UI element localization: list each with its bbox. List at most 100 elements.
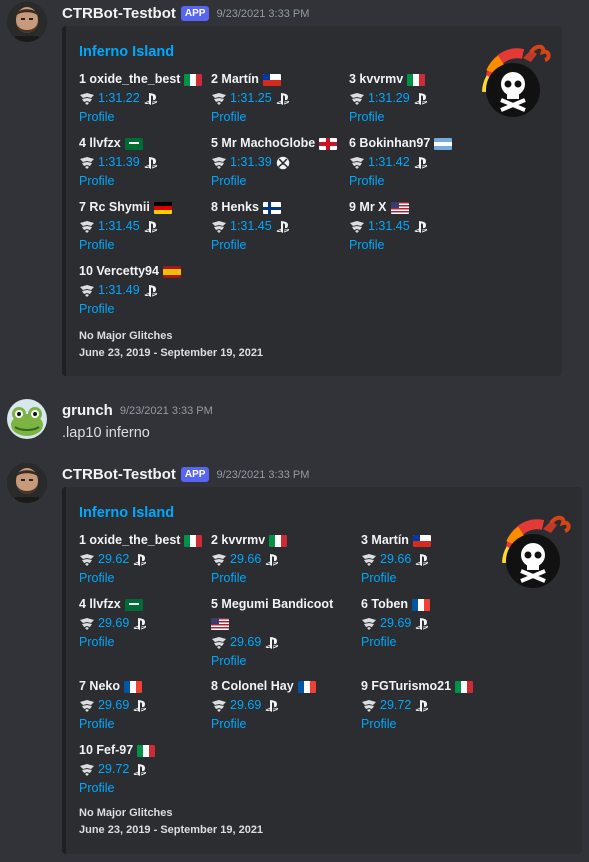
flag-icon xyxy=(412,534,431,547)
player-name: 3 kvvrmv xyxy=(349,72,404,86)
timestamp[interactable]: 9/23/2021 3:33 PM xyxy=(216,469,309,481)
lap-time: 29.66 xyxy=(230,552,262,566)
profile-link[interactable]: Profile xyxy=(79,715,147,734)
app-badge: APP xyxy=(180,6,210,21)
lap-time: 29.62 xyxy=(98,552,130,566)
leaderboard-entry: 6 Bokinhan97 1:31.42 Profile xyxy=(349,134,453,191)
profile-link[interactable]: Profile xyxy=(349,236,428,255)
profile-link[interactable]: Profile xyxy=(211,652,333,671)
username[interactable]: CTRBot-Testbot xyxy=(62,5,176,22)
playstation-icon xyxy=(415,553,429,567)
player-name: 6 Toben xyxy=(361,597,408,611)
entry-name-line: 9 FGTurismo21 xyxy=(361,677,474,696)
profile-link[interactable]: Profile xyxy=(361,569,431,588)
profile-link[interactable]: Profile xyxy=(211,236,290,255)
entry-time-line: 29.69 xyxy=(211,696,316,715)
lap-time: 1:31.49 xyxy=(98,283,140,297)
flag-icon xyxy=(407,73,426,86)
profile-link[interactable]: Profile xyxy=(79,300,181,319)
flag-icon xyxy=(184,73,203,86)
flag-icon xyxy=(124,137,143,150)
username[interactable]: CTRBot-Testbot xyxy=(62,466,176,483)
user-avatar[interactable] xyxy=(7,399,47,439)
entry-name-line: 4 llvfzx xyxy=(79,134,158,153)
profile-link[interactable]: Profile xyxy=(361,715,473,734)
entry-time-line: 1:31.39 xyxy=(79,153,158,172)
entry-name-line: 9 Mr X xyxy=(349,198,428,217)
playstation-icon xyxy=(414,156,428,170)
entry-time-line: 1:31.39 xyxy=(211,153,337,172)
entry-time-line: 1:31.42 xyxy=(349,153,452,172)
leaderboard-entry: 6 Toben 29.69 Profile xyxy=(361,595,430,652)
lap-time: 29.72 xyxy=(98,762,130,776)
profile-link[interactable]: Profile xyxy=(79,633,147,652)
profile-link[interactable]: Profile xyxy=(79,108,202,127)
leaderboard-entry: 4 llvfzx 1:31.39 Profile xyxy=(79,134,158,191)
flag-icon xyxy=(262,73,281,86)
steering-wheel-icon xyxy=(361,699,377,713)
embed-title[interactable]: Inferno Island xyxy=(79,44,174,60)
steering-wheel-icon xyxy=(79,553,95,567)
lap-time: 29.69 xyxy=(230,635,262,649)
message-header: grunch 9/23/2021 3:33 PM xyxy=(62,402,213,419)
profile-link[interactable]: Profile xyxy=(349,172,452,191)
profile-link[interactable]: Profile xyxy=(211,569,287,588)
profile-link[interactable]: Profile xyxy=(79,779,155,798)
playstation-icon xyxy=(265,553,279,567)
entry-time-line: 1:31.29 xyxy=(349,89,428,108)
footer-category: No Major Glitches xyxy=(79,330,173,342)
timestamp[interactable]: 9/23/2021 3:33 PM xyxy=(120,405,213,417)
entry-name-line: 5 Mr MachoGlobe xyxy=(211,134,338,153)
profile-link[interactable]: Profile xyxy=(79,569,202,588)
playstation-icon xyxy=(265,699,279,713)
timestamp[interactable]: 9/23/2021 3:33 PM xyxy=(216,8,309,20)
steering-wheel-icon xyxy=(79,156,95,170)
player-name: 5 Megumi Bandicoot xyxy=(211,597,334,611)
flag-icon xyxy=(390,201,409,214)
profile-link[interactable]: Profile xyxy=(349,108,428,127)
leaderboard-embed: Inferno Island No Major Glitches June 23… xyxy=(62,26,562,376)
player-name: 7 Rc Shymii xyxy=(79,200,150,214)
profile-link[interactable]: Profile xyxy=(361,633,430,652)
steering-wheel-icon xyxy=(211,92,227,106)
profile-link[interactable]: Profile xyxy=(211,172,337,191)
entry-time-line: 1:31.49 xyxy=(79,281,181,300)
footer-date-range: June 23, 2019 - September 19, 2021 xyxy=(79,347,264,359)
lap-time: 1:31.42 xyxy=(368,155,410,169)
entry-time-line: 29.69 xyxy=(361,614,430,633)
bot-avatar[interactable] xyxy=(7,463,47,503)
entry-name-line: 7 Neko xyxy=(79,677,147,696)
entry-name-line: 6 Bokinhan97 xyxy=(349,134,453,153)
entry-time-line: 29.72 xyxy=(79,760,155,779)
username[interactable]: grunch xyxy=(62,402,113,419)
embed-title[interactable]: Inferno Island xyxy=(79,505,174,521)
steering-wheel-icon xyxy=(361,617,377,631)
leaderboard-entry: 8 Henks 1:31.45 Profile xyxy=(211,198,290,255)
leaderboard-entry: 2 kvvrmv 29.66 Profile xyxy=(211,531,288,588)
profile-link[interactable]: Profile xyxy=(211,715,316,734)
leaderboard-entry: 1 oxide_the_best 1:31.22 Profile xyxy=(79,70,203,127)
flag-icon xyxy=(153,201,172,214)
entry-name-line: 8 Colonel Hay xyxy=(211,677,316,696)
player-name: 9 Mr X xyxy=(349,200,387,214)
profile-link[interactable]: Profile xyxy=(79,236,172,255)
message-header: CTRBot-Testbot APP 9/23/2021 3:33 PM xyxy=(62,5,309,22)
profile-link[interactable]: Profile xyxy=(79,172,158,191)
entry-name-line: 2 Martín xyxy=(211,70,290,89)
entry-time-line: 29.69 xyxy=(79,614,147,633)
playstation-icon xyxy=(133,699,147,713)
bot-avatar[interactable] xyxy=(7,2,47,42)
player-name: 3 Martín xyxy=(361,533,409,547)
steering-wheel-icon xyxy=(79,763,95,777)
lap-time: 1:31.45 xyxy=(368,219,410,233)
steering-wheel-icon xyxy=(79,92,95,106)
playstation-icon xyxy=(414,220,428,234)
steering-wheel-icon xyxy=(79,284,95,298)
profile-link[interactable]: Profile xyxy=(211,108,290,127)
steering-wheel-icon xyxy=(79,699,95,713)
entry-time-line: 29.62 xyxy=(79,550,202,569)
flag-icon xyxy=(262,201,281,214)
lap-time: 29.69 xyxy=(380,616,412,630)
player-name: 9 FGTurismo21 xyxy=(361,679,452,693)
leaderboard-entry: 9 FGTurismo21 29.72 Profile xyxy=(361,677,474,734)
